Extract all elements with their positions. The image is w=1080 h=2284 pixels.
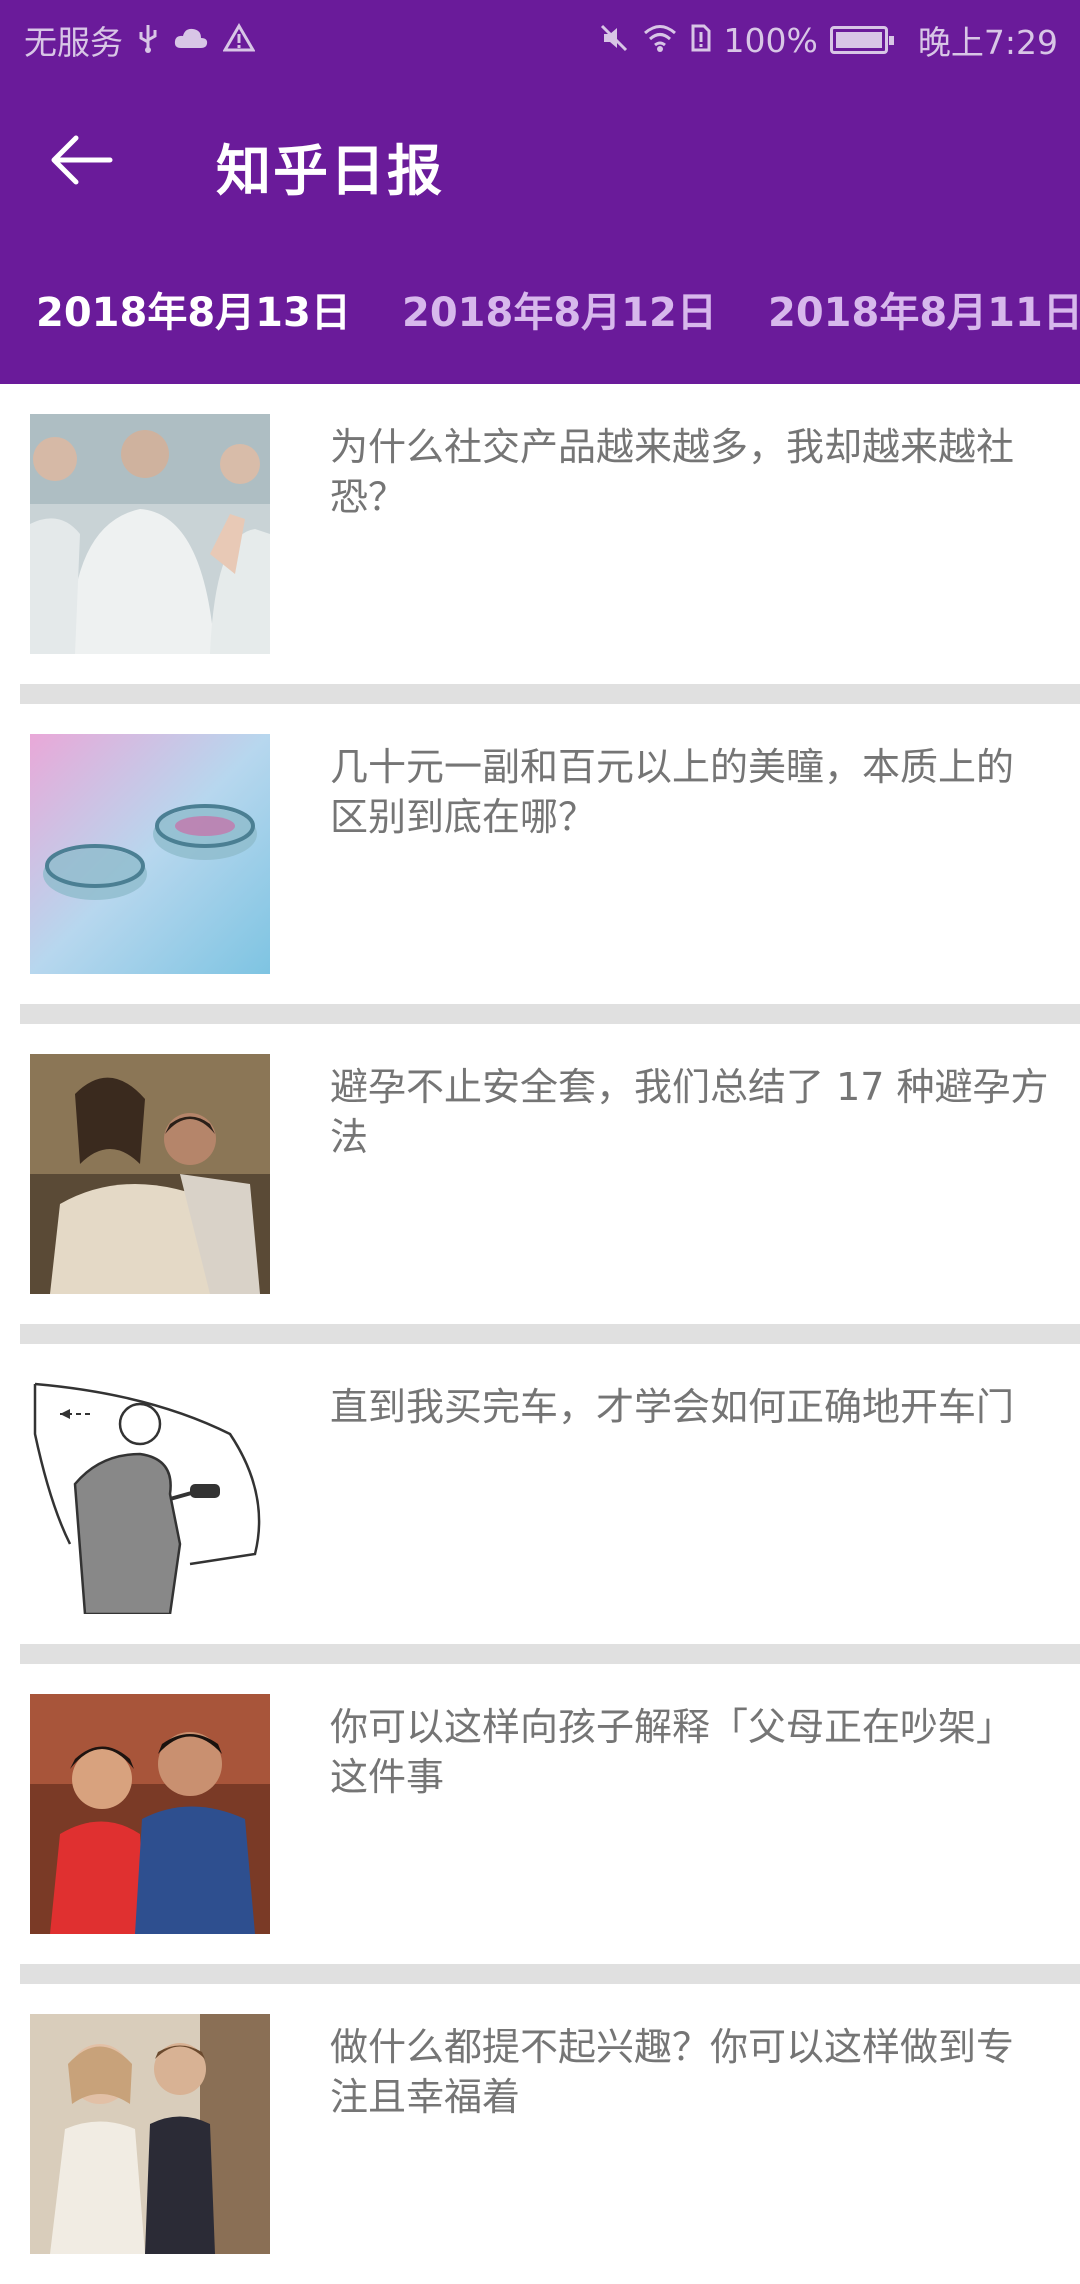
article-title: 直到我买完车，才学会如何正确地开车门 [330, 1385, 1015, 1429]
two-people-image [30, 2014, 270, 2254]
list-item[interactable]: 直到我买完车，才学会如何正确地开车门 [0, 1344, 1080, 1644]
list-item[interactable]: 做什么都提不起兴趣？你可以这样做到专注且幸福着 [0, 1984, 1080, 2284]
divider [20, 1964, 1080, 1984]
battery-percent: 100% [723, 20, 818, 60]
list-item[interactable]: 几十元一副和百元以上的美瞳，本质上的区别到底在哪？ [0, 704, 1080, 1004]
page-title: 知乎日报 [216, 139, 445, 203]
status-bar: 无服务 100% 晚上7:29 [0, 0, 1080, 75]
divider [20, 1324, 1080, 1344]
carrier-text: 无服务 [24, 23, 123, 62]
people-in-white-image [30, 414, 270, 654]
cloud-icon [173, 24, 209, 57]
app-bar: 知乎日报 [0, 96, 1080, 222]
warning-icon [222, 22, 256, 58]
tab-date-2[interactable]: 2018年8月12日 [402, 280, 717, 338]
article-title: 几十元一副和百元以上的美瞳，本质上的区别到底在哪？ [330, 745, 1015, 839]
contact-lenses-image [30, 734, 270, 974]
tab-date-1[interactable]: 2018年8月13日 [36, 280, 351, 338]
divider [20, 1644, 1080, 1664]
tab-date-3[interactable]: 2018年8月11日 [768, 280, 1080, 338]
status-time: 晚上7:29 [917, 23, 1058, 62]
date-tabs: 2018年8月13日 2018年8月12日 2018年8月11日 [0, 280, 1080, 350]
article-title: 你可以这样向孩子解释「父母正在吵架」这件事 [330, 1705, 1015, 1799]
divider [20, 1004, 1080, 1024]
battery-icon [829, 26, 894, 54]
divider [20, 684, 1080, 704]
article-title: 为什么社交产品越来越多，我却越来越社恐？ [330, 425, 1015, 519]
mute-icon [598, 22, 630, 59]
list-item[interactable]: 为什么社交产品越来越多，我却越来越社恐？ [0, 384, 1080, 684]
list-item[interactable]: 避孕不止安全套，我们总结了 17 种避孕方法 [0, 1024, 1080, 1324]
article-title: 避孕不止安全套，我们总结了 17 种避孕方法 [330, 1065, 1049, 1159]
usb-icon [137, 23, 159, 58]
article-title: 做什么都提不起兴趣？你可以这样做到专注且幸福着 [330, 2025, 1015, 2119]
couple-image [30, 1054, 270, 1294]
app-header: 无服务 100% 晚上7:29 知乎日报 2018年8月13日 2018年8月1… [0, 0, 1080, 384]
family-image [30, 1694, 270, 1934]
wifi-icon [642, 23, 678, 58]
arrow-left-icon[interactable] [46, 124, 118, 196]
sim-icon [690, 23, 712, 58]
list-item[interactable]: 你可以这样向孩子解释「父母正在吵架」这件事 [0, 1664, 1080, 1964]
car-door-sketch-image [30, 1374, 270, 1614]
